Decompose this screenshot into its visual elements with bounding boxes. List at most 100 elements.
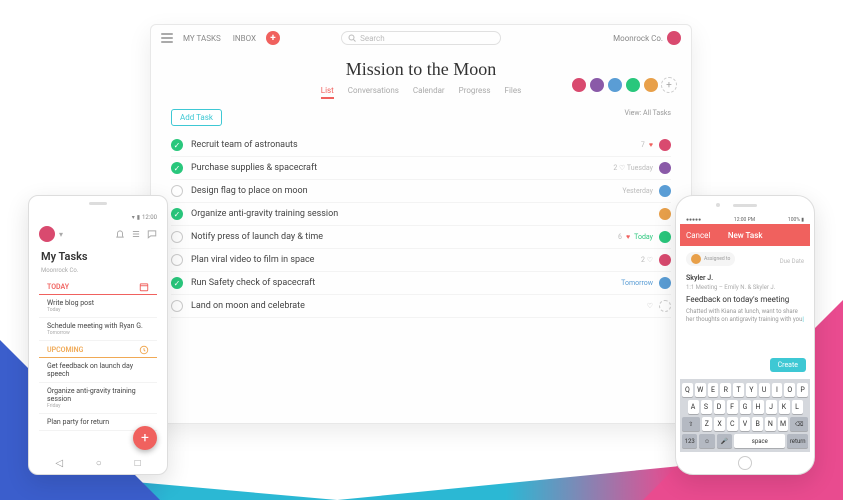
backspace-key[interactable]: ⌫ [790, 417, 808, 431]
assignee-avatar[interactable] [659, 300, 671, 312]
task-title-input[interactable]: Feedback on today's meeting [686, 295, 804, 304]
task-row[interactable]: Organize anti-gravity training session [171, 203, 671, 226]
key[interactable]: Q [682, 383, 693, 397]
key[interactable]: U [759, 383, 770, 397]
recents-icon[interactable]: □ [135, 458, 141, 469]
home-icon[interactable]: ○ [96, 458, 102, 469]
space-key[interactable]: space [734, 434, 785, 448]
member-avatar[interactable] [571, 77, 587, 93]
key[interactable]: A [688, 400, 699, 414]
shift-key[interactable]: ⇧ [682, 417, 700, 431]
key[interactable]: M [778, 417, 789, 431]
member-avatar[interactable] [589, 77, 605, 93]
avatar[interactable] [39, 226, 55, 242]
task-row[interactable]: Run Safety check of spacecraftTomorrow [171, 272, 671, 295]
assignee-avatar[interactable] [659, 139, 671, 151]
key[interactable]: S [701, 400, 712, 414]
key[interactable]: P [797, 383, 808, 397]
task-row[interactable]: Design flag to place on moonYesterday [171, 180, 671, 203]
key[interactable]: N [765, 417, 776, 431]
check-icon[interactable] [171, 185, 183, 197]
assignee-avatar[interactable] [659, 162, 671, 174]
key[interactable]: I [772, 383, 783, 397]
key[interactable]: F [727, 400, 738, 414]
due-date-field[interactable]: Due Date [780, 258, 804, 265]
return-key[interactable]: return [787, 434, 808, 448]
keyboard[interactable]: QWERTYUIOP ASDFGHJKL ⇧ZXCVBNM⌫ 123 ☺ 🎤 s… [680, 379, 810, 452]
key[interactable]: H [753, 400, 764, 414]
emoji-key[interactable]: ☺ [699, 434, 714, 448]
key[interactable]: E [708, 383, 719, 397]
fab-add[interactable]: + [133, 426, 157, 450]
key[interactable]: J [766, 400, 777, 414]
workspace-switcher[interactable]: Moonrock Co. [613, 31, 681, 45]
key[interactable]: C [727, 417, 738, 431]
member-avatar[interactable] [607, 77, 623, 93]
add-member-button[interactable]: + [661, 77, 677, 93]
assignee-avatar[interactable] [659, 208, 671, 220]
key[interactable]: R [720, 383, 731, 397]
assignee-avatar[interactable] [659, 254, 671, 266]
view-selector[interactable]: View: All Tasks [624, 109, 671, 126]
add-task-button[interactable]: Add Task [171, 109, 222, 126]
task-row[interactable]: Plan viral video to film in space2 ♡ [171, 249, 671, 272]
nav-inbox[interactable]: INBOX [233, 34, 256, 43]
member-avatar[interactable] [625, 77, 641, 93]
assignee-avatar[interactable] [659, 185, 671, 197]
assignee-pill[interactable]: Assigned to [686, 252, 735, 266]
add-button[interactable]: + [266, 31, 280, 45]
check-icon[interactable] [171, 208, 183, 220]
task-name: Purchase supplies & spacecraft [191, 163, 613, 173]
check-icon[interactable] [171, 139, 183, 151]
desktop-frame: MY TASKS INBOX + Search Moonrock Co. Mis… [150, 24, 692, 424]
assignee-avatar[interactable] [659, 277, 671, 289]
task-row[interactable]: Recruit team of astronauts7 ♥ [171, 134, 671, 157]
key[interactable]: L [792, 400, 803, 414]
assignee-avatar[interactable] [659, 231, 671, 243]
key[interactable]: G [740, 400, 751, 414]
tab-list[interactable]: List [321, 86, 334, 99]
cancel-button[interactable]: Cancel [686, 231, 710, 240]
check-icon[interactable] [171, 254, 183, 266]
check-icon[interactable] [171, 300, 183, 312]
key[interactable]: Y [746, 383, 757, 397]
bell-icon[interactable] [115, 229, 125, 239]
key[interactable]: O [784, 383, 795, 397]
key[interactable]: X [714, 417, 725, 431]
tab-files[interactable]: Files [505, 86, 522, 99]
key[interactable]: W [695, 383, 706, 397]
mic-key[interactable]: 🎤 [717, 434, 732, 448]
nav-my-tasks[interactable]: MY TASKS [183, 34, 221, 43]
key[interactable]: B [752, 417, 763, 431]
key[interactable]: T [733, 383, 744, 397]
back-icon[interactable]: ◁ [55, 458, 63, 469]
project-tag[interactable]: 1:1 Meeting – Emily N. & Skyler J. [686, 284, 804, 291]
create-button[interactable]: Create [770, 358, 806, 372]
home-button[interactable] [738, 456, 752, 470]
task-row[interactable]: Land on moon and celebrate♡ [171, 295, 671, 318]
check-icon[interactable] [171, 162, 183, 174]
task-row[interactable]: Purchase supplies & spacecraft2 ♡ Tuesda… [171, 157, 671, 180]
check-icon[interactable] [171, 231, 183, 243]
key[interactable]: D [714, 400, 725, 414]
key[interactable]: V [740, 417, 751, 431]
numbers-key[interactable]: 123 [682, 434, 697, 448]
key[interactable]: K [779, 400, 790, 414]
list-icon[interactable] [131, 229, 141, 239]
task-note-input[interactable]: Chatted with Kiana at lunch, want to sha… [686, 308, 804, 325]
tab-progress[interactable]: Progress [459, 86, 491, 99]
tab-calendar[interactable]: Calendar [413, 86, 445, 99]
list-item[interactable]: Get feedback on launch day speech [39, 358, 157, 383]
menu-icon[interactable] [161, 33, 173, 43]
list-item[interactable]: Write blog postToday [39, 295, 157, 318]
task-row[interactable]: Notify press of launch day & time6 ♥ Tod… [171, 226, 671, 249]
member-avatar[interactable] [643, 77, 659, 93]
list-item[interactable]: Organize anti-gravity training sessionFr… [39, 383, 157, 414]
search-icon [348, 34, 356, 42]
check-icon[interactable] [171, 277, 183, 289]
key[interactable]: Z [702, 417, 713, 431]
chat-icon[interactable] [147, 229, 157, 239]
list-item[interactable]: Schedule meeting with Ryan G.Tomorrow [39, 318, 157, 341]
search-input[interactable]: Search [341, 31, 501, 45]
tab-conversations[interactable]: Conversations [348, 86, 399, 99]
